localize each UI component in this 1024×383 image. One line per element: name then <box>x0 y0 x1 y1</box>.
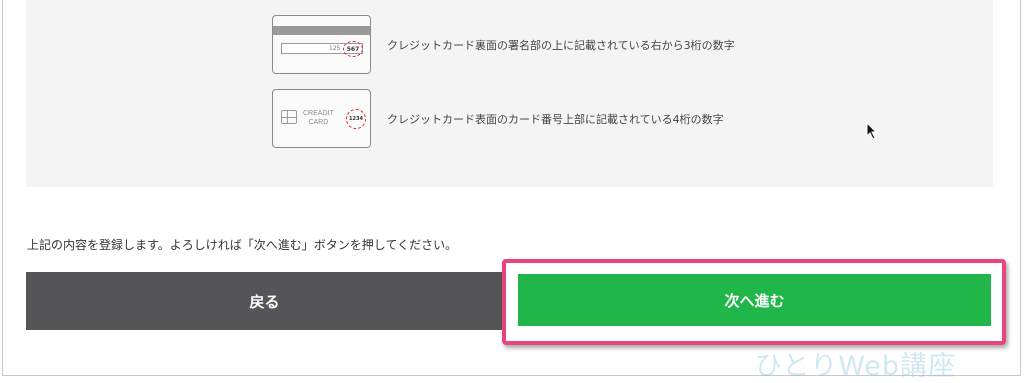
security-code-info-panel: 125 567 クレジットカード裏面の署名部の上に記載されている右から3桁の数字… <box>26 0 993 187</box>
card-front-illustration: CREADIT CARD 1234 <box>272 89 371 148</box>
back-card-row: 125 567 クレジットカード裏面の署名部の上に記載されている右から3桁の数字 <box>272 15 735 74</box>
confirm-message: 上記の内容を登録します。よろしければ「次へ進む」ボタンを押してください。 <box>27 238 458 252</box>
security-code-text: 567 <box>346 45 360 53</box>
mouse-cursor-icon <box>866 122 878 140</box>
next-button-label: 次へ進む <box>724 291 785 310</box>
card-back-illustration: 125 567 <box>272 15 371 74</box>
security-code-circle: 1234 <box>346 109 366 129</box>
front-card-row: CREADIT CARD 1234 クレジットカード表面のカード番号上部に記載さ… <box>272 89 724 148</box>
back-button[interactable]: 戻る <box>26 272 503 330</box>
card-brand-text: CREADIT CARD <box>303 110 334 126</box>
next-button[interactable]: 次へ進む <box>515 271 994 329</box>
security-code-text: 1234 <box>349 116 363 122</box>
watermark-logo: ひとりWeb講座 <box>755 351 957 382</box>
security-code-circle: 567 <box>343 41 363 57</box>
chip-icon <box>281 110 297 124</box>
front-card-description: クレジットカード表面のカード番号上部に記載されている4桁の数字 <box>387 112 724 126</box>
back-card-description: クレジットカード裏面の署名部の上に記載されている右から3桁の数字 <box>387 38 735 52</box>
back-button-label: 戻る <box>249 292 280 311</box>
magnetic-stripe <box>273 26 370 35</box>
signature-number: 125 <box>329 45 341 52</box>
